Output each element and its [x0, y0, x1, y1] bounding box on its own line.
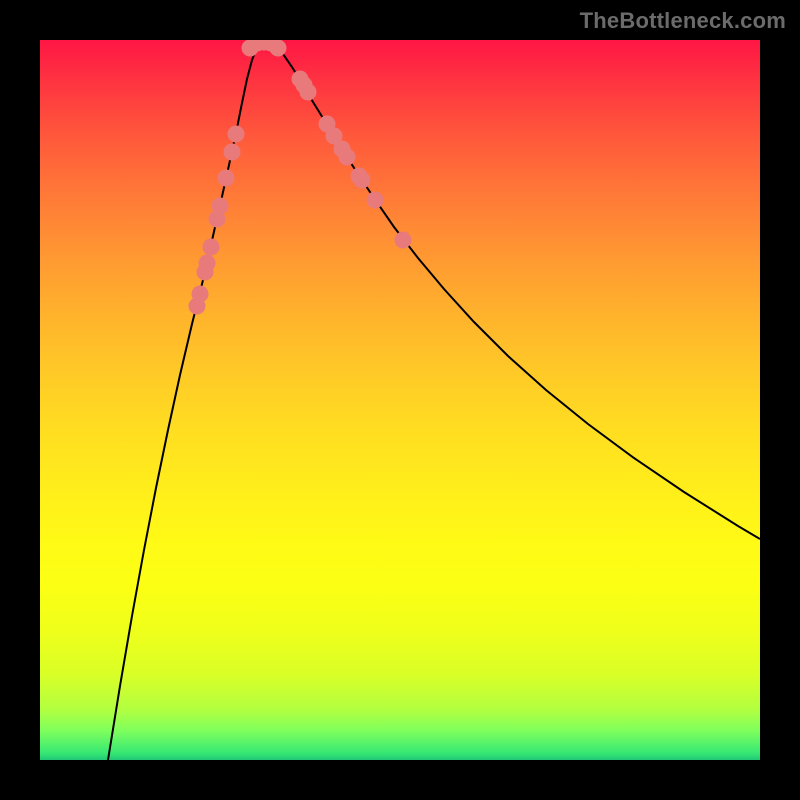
- curve-dots-bottom: [242, 40, 286, 56]
- chart-frame: TheBottleneck.com: [0, 0, 800, 800]
- data-dot: [367, 192, 383, 208]
- data-dot: [199, 255, 215, 271]
- plot-area: [40, 40, 760, 760]
- data-dot: [228, 126, 244, 142]
- data-dot: [203, 239, 219, 255]
- curve-layer: [40, 40, 760, 760]
- data-dot: [339, 149, 355, 165]
- data-dot: [270, 40, 286, 56]
- data-dot: [212, 198, 228, 214]
- data-dot: [224, 144, 240, 160]
- watermark-text: TheBottleneck.com: [580, 8, 786, 34]
- data-dot: [300, 84, 316, 100]
- data-dot: [395, 232, 411, 248]
- curve-dots-left: [189, 126, 244, 314]
- data-dot: [218, 170, 234, 186]
- curve-dots-right: [292, 71, 411, 248]
- data-dot: [354, 172, 370, 188]
- data-dot: [192, 286, 208, 302]
- bottleneck-curve: [108, 43, 760, 760]
